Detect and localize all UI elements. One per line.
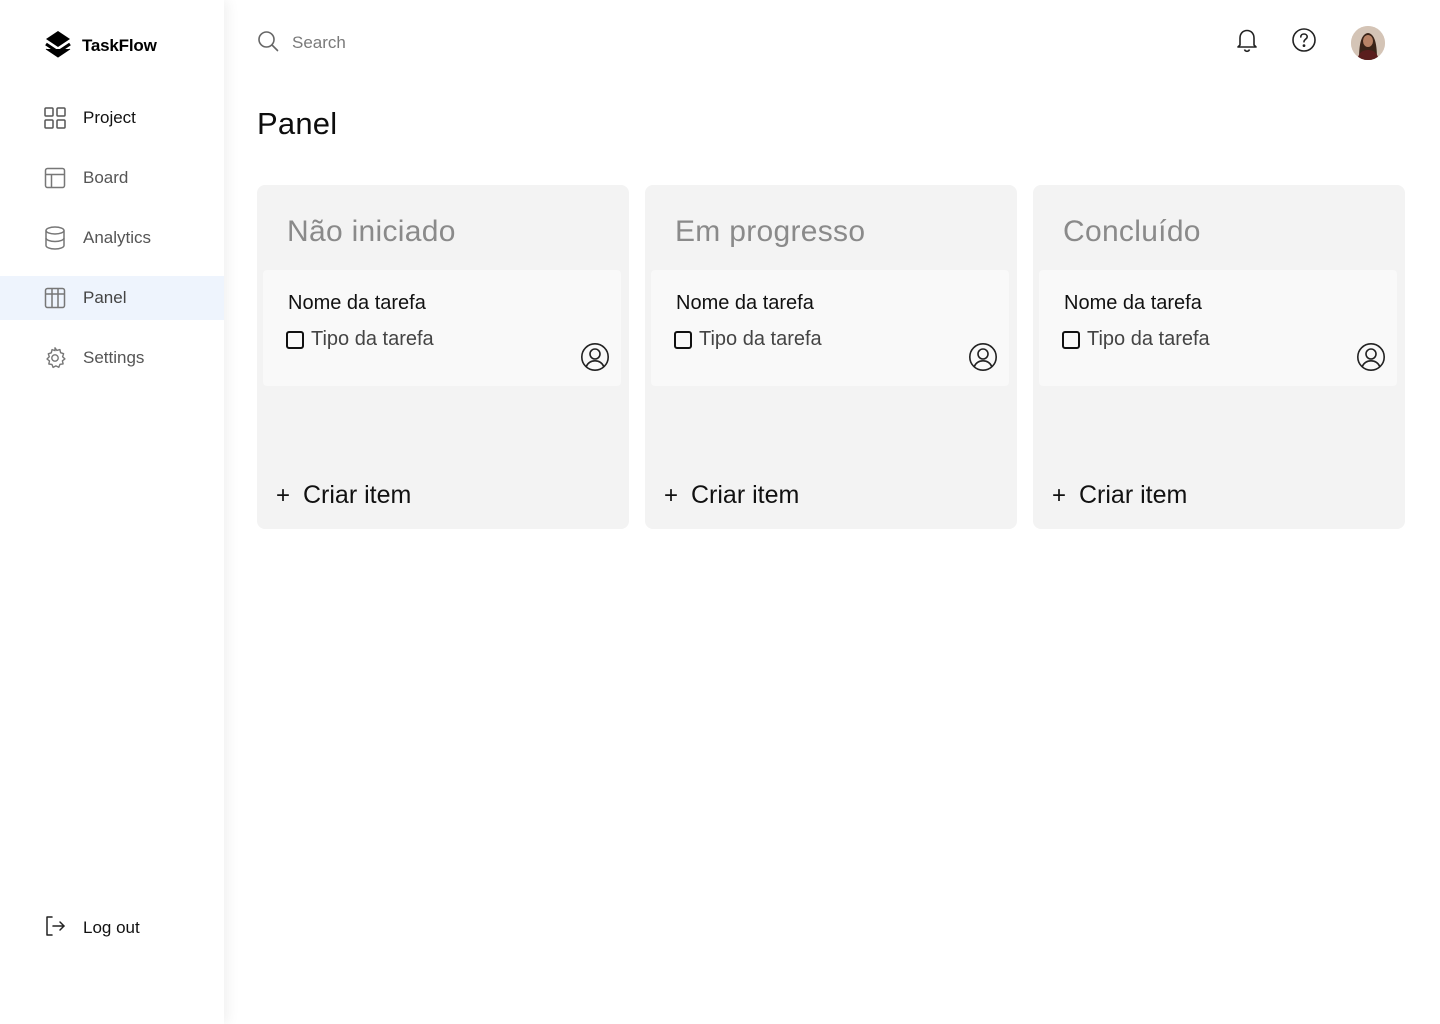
sidebar-item-label: Project: [83, 108, 136, 127]
create-item-label: Criar item: [691, 481, 800, 509]
help-button[interactable]: [1290, 27, 1318, 58]
plus-icon: +: [1051, 481, 1066, 509]
sidebar-item-project[interactable]: Project: [0, 96, 224, 140]
notifications-button[interactable]: [1233, 28, 1261, 56]
column-title: Concluído: [1063, 215, 1201, 248]
task-type: Tipo da tarefa: [1087, 328, 1210, 350]
search-icon: [256, 29, 280, 58]
sidebar-item-board[interactable]: Board: [0, 156, 224, 200]
create-item-button[interactable]: + Criar item: [663, 481, 799, 510]
kanban-column-in-progress: Em progresso Nome da tarefa Tipo da tare…: [645, 185, 1017, 529]
task-card[interactable]: Nome da tarefa Tipo da tarefa: [651, 270, 1009, 386]
page-title: Panel: [257, 106, 338, 141]
sidebar-item-label: Panel: [83, 288, 127, 307]
sidebar-item-panel[interactable]: Panel: [0, 276, 224, 320]
table-icon: [43, 286, 67, 310]
task-name: Nome da tarefa: [676, 292, 814, 314]
logout-label: Log out: [83, 918, 140, 937]
task-checkbox[interactable]: [286, 330, 304, 349]
task-name: Nome da tarefa: [1064, 292, 1202, 314]
brand[interactable]: TaskFlow: [44, 30, 157, 62]
stack-layers-icon: [44, 29, 72, 64]
user-circle-icon[interactable]: [968, 342, 998, 372]
logout-button[interactable]: Log out: [43, 912, 140, 944]
user-circle-icon[interactable]: [1356, 342, 1386, 372]
brand-name: TaskFlow: [82, 36, 157, 55]
search-input[interactable]: [292, 33, 692, 53]
create-item-label: Criar item: [303, 481, 412, 509]
logout-icon: [43, 914, 67, 943]
app-root: TaskFlow Project Board Analytics Panel S…: [0, 0, 1440, 1024]
sidebar-item-label: Board: [83, 168, 129, 187]
task-card[interactable]: Nome da tarefa Tipo da tarefa: [1039, 270, 1397, 386]
database-icon: [43, 226, 67, 250]
sidebar-item-analytics[interactable]: Analytics: [0, 216, 224, 260]
sidebar: TaskFlow Project Board Analytics Panel S…: [0, 0, 224, 1024]
avatar[interactable]: [1351, 26, 1385, 60]
task-checkbox[interactable]: [1062, 330, 1080, 349]
column-title: Não iniciado: [287, 215, 456, 248]
task-type-row: Tipo da tarefa: [286, 328, 434, 351]
task-name: Nome da tarefa: [288, 292, 426, 314]
task-type: Tipo da tarefa: [699, 328, 822, 350]
plus-icon: +: [663, 481, 678, 509]
bell-icon: [1235, 27, 1259, 58]
user-circle-icon[interactable]: [580, 342, 610, 372]
grid-icon: [43, 106, 67, 130]
task-card[interactable]: Nome da tarefa Tipo da tarefa: [263, 270, 621, 386]
sidebar-item-label: Settings: [83, 348, 145, 367]
create-item-button[interactable]: + Criar item: [275, 481, 411, 510]
task-type-row: Tipo da tarefa: [674, 328, 822, 351]
layout-icon: [43, 166, 67, 190]
create-item-button[interactable]: + Criar item: [1051, 481, 1187, 510]
sidebar-item-label: Analytics: [83, 228, 152, 247]
create-item-label: Criar item: [1079, 481, 1188, 509]
kanban-column-not-started: Não iniciado Nome da tarefa Tipo da tare…: [257, 185, 629, 529]
kanban-column-done: Concluído Nome da tarefa Tipo da tarefa …: [1033, 185, 1405, 529]
sidebar-nav: Project Board Analytics Panel Settings: [0, 96, 224, 396]
task-checkbox[interactable]: [674, 330, 692, 349]
plus-icon: +: [275, 481, 290, 509]
gear-icon: [43, 346, 67, 370]
task-type: Tipo da tarefa: [311, 328, 434, 350]
task-type-row: Tipo da tarefa: [1062, 328, 1210, 351]
help-icon: [1291, 27, 1317, 58]
search-bar: [256, 28, 856, 58]
sidebar-item-settings[interactable]: Settings: [0, 336, 224, 380]
column-title: Em progresso: [675, 215, 866, 248]
